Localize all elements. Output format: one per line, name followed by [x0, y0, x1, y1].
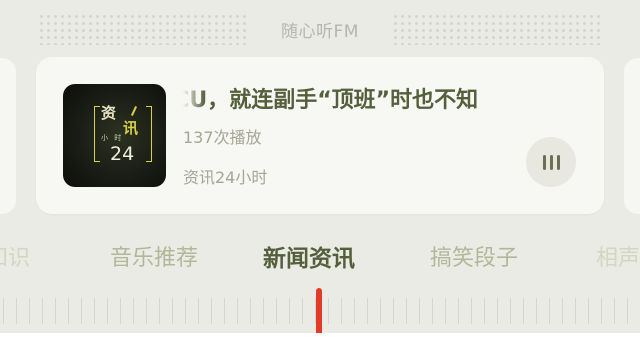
- tuning-dial-indicator[interactable]: [316, 288, 322, 336]
- channel-cover-image[interactable]: 资 讯 小 时 24: [63, 84, 166, 187]
- pause-button[interactable]: [526, 137, 576, 187]
- play-count: 137次播放: [183, 128, 262, 147]
- cover-slash-mark: [130, 106, 138, 116]
- cover-bracket-right: [146, 106, 152, 162]
- cover-text-xun: 讯: [123, 119, 139, 137]
- previous-card-peek[interactable]: [0, 58, 16, 214]
- bottom-strip: [0, 333, 640, 351]
- cover-bracket-left: [94, 106, 100, 162]
- cover-text-zi: 资: [101, 104, 117, 122]
- now-playing-card[interactable]: 资 讯 小 时 24 住ICU，就连副手“顶班”时也不知 137次播放 资讯24…: [36, 57, 604, 214]
- category-tab-music-recommend[interactable]: 音乐推荐: [110, 240, 198, 272]
- app-title: 随心听FM: [281, 22, 359, 42]
- channel-name[interactable]: 资讯24小时: [183, 164, 267, 188]
- category-tab-crosstalk[interactable]: 相声: [596, 240, 640, 272]
- category-tab-knowledge[interactable]: 知识: [0, 240, 30, 272]
- category-tab-funny[interactable]: 搞笑段子: [430, 240, 518, 272]
- track-title[interactable]: 住ICU，就连副手“顶班”时也不知: [183, 84, 564, 118]
- cover-number: 24: [110, 143, 135, 165]
- track-title-text: ICU，就连副手“顶班”时也不知: [183, 88, 479, 113]
- cover-text-xiaoshi: 小 时: [101, 134, 124, 142]
- category-tab-news[interactable]: 新闻资讯: [263, 239, 355, 273]
- next-card-peek[interactable]: [624, 58, 640, 214]
